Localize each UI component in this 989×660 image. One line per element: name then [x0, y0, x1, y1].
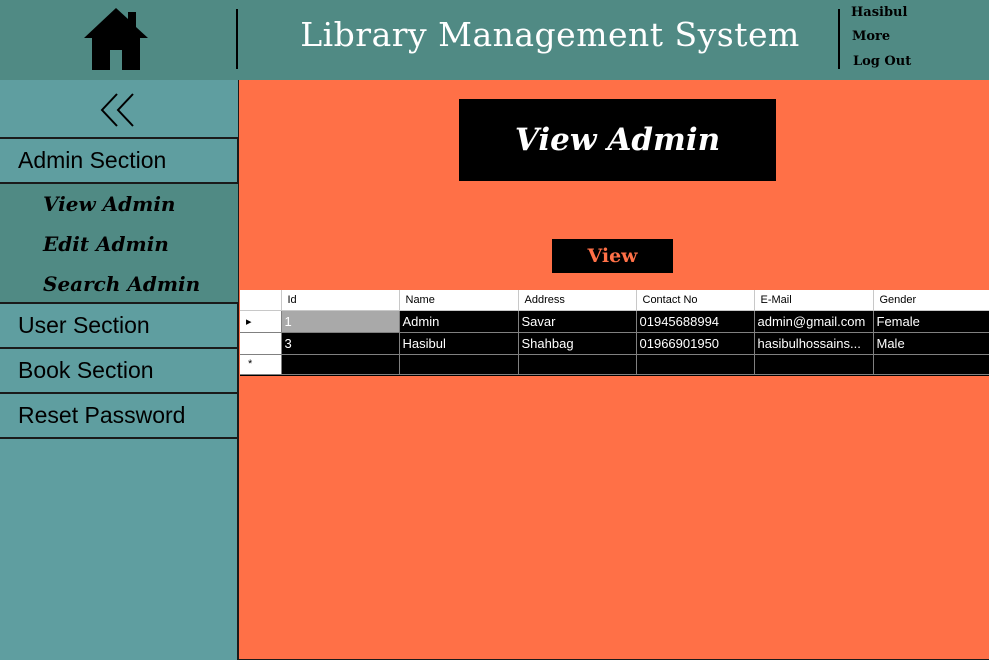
cell-empty[interactable]	[873, 354, 989, 375]
column-header-email[interactable]: E-Mail	[754, 290, 874, 311]
cell-contact[interactable]: 01945688994	[636, 310, 755, 333]
cell-address[interactable]: Shahbag	[518, 332, 637, 355]
reset-password-button[interactable]: Reset Password	[0, 394, 238, 439]
new-row-indicator-icon: *	[248, 358, 253, 370]
admin-data-grid[interactable]: Id Name Address Contact No E-Mail Gender…	[240, 290, 989, 376]
logout-link[interactable]: Log Out	[853, 54, 911, 69]
header-bar: Library Management System Hasibul More L…	[0, 0, 989, 80]
cell-empty[interactable]	[281, 354, 400, 375]
admin-submenu: View Admin Edit Admin Search Admin	[0, 184, 238, 304]
cell-id[interactable]: 1	[281, 310, 400, 333]
column-header-contact[interactable]: Contact No	[636, 290, 755, 311]
grid-corner-cell[interactable]	[240, 290, 282, 311]
column-header-gender[interactable]: Gender	[873, 290, 989, 311]
page-title: View Admin	[514, 122, 721, 158]
cell-gender[interactable]: Female	[873, 310, 989, 333]
app-title: Library Management System	[300, 15, 800, 54]
cell-name[interactable]: Hasibul	[399, 332, 519, 355]
user-section-button[interactable]: User Section	[0, 304, 238, 349]
cell-empty[interactable]	[754, 354, 874, 375]
column-header-name[interactable]: Name	[399, 290, 519, 311]
header-divider	[236, 9, 238, 69]
admin-section-button[interactable]: Admin Section	[0, 139, 238, 184]
cell-address[interactable]: Savar	[518, 310, 637, 333]
view-button[interactable]: View	[552, 239, 673, 273]
cell-email[interactable]: admin@gmail.com	[754, 310, 874, 333]
view-admin-link[interactable]: View Admin	[43, 192, 175, 216]
table-row[interactable]: ▸ 1 Admin Savar 01945688994 admin@gmail.…	[240, 310, 989, 333]
header-divider	[838, 9, 840, 69]
page-title-box: View Admin	[459, 99, 776, 181]
column-header-id[interactable]: Id	[281, 290, 400, 311]
cell-email[interactable]: hasibulhossains...	[754, 332, 874, 355]
row-header-new[interactable]: *	[240, 354, 282, 375]
collapse-sidebar-button[interactable]	[0, 80, 238, 139]
row-header-current[interactable]: ▸	[240, 310, 282, 333]
row-header[interactable]	[240, 332, 282, 355]
book-section-button[interactable]: Book Section	[0, 349, 238, 394]
home-icon[interactable]	[82, 6, 150, 72]
user-name-label[interactable]: Hasibul	[851, 5, 907, 20]
cell-name[interactable]: Admin	[399, 310, 519, 333]
cell-id[interactable]: 3	[281, 332, 400, 355]
main-panel: View Admin View Id Name Address Contact …	[238, 80, 989, 660]
cell-empty[interactable]	[399, 354, 519, 375]
more-link[interactable]: More	[852, 29, 890, 44]
current-row-indicator-icon: ▸	[246, 315, 252, 328]
grid-header-row: Id Name Address Contact No E-Mail Gender	[240, 290, 989, 311]
cell-contact[interactable]: 01966901950	[636, 332, 755, 355]
cell-empty[interactable]	[636, 354, 755, 375]
cell-empty[interactable]	[518, 354, 637, 375]
table-row[interactable]: 3 Hasibul Shahbag 01966901950 hasibulhos…	[240, 332, 989, 355]
sidebar: Admin Section View Admin Edit Admin Sear…	[0, 80, 238, 660]
edit-admin-link[interactable]: Edit Admin	[43, 232, 169, 256]
cell-gender[interactable]: Male	[873, 332, 989, 355]
new-row[interactable]: *	[240, 354, 989, 375]
column-header-address[interactable]: Address	[518, 290, 637, 311]
double-chevron-left-icon	[100, 93, 134, 127]
search-admin-link[interactable]: Search Admin	[43, 272, 200, 296]
